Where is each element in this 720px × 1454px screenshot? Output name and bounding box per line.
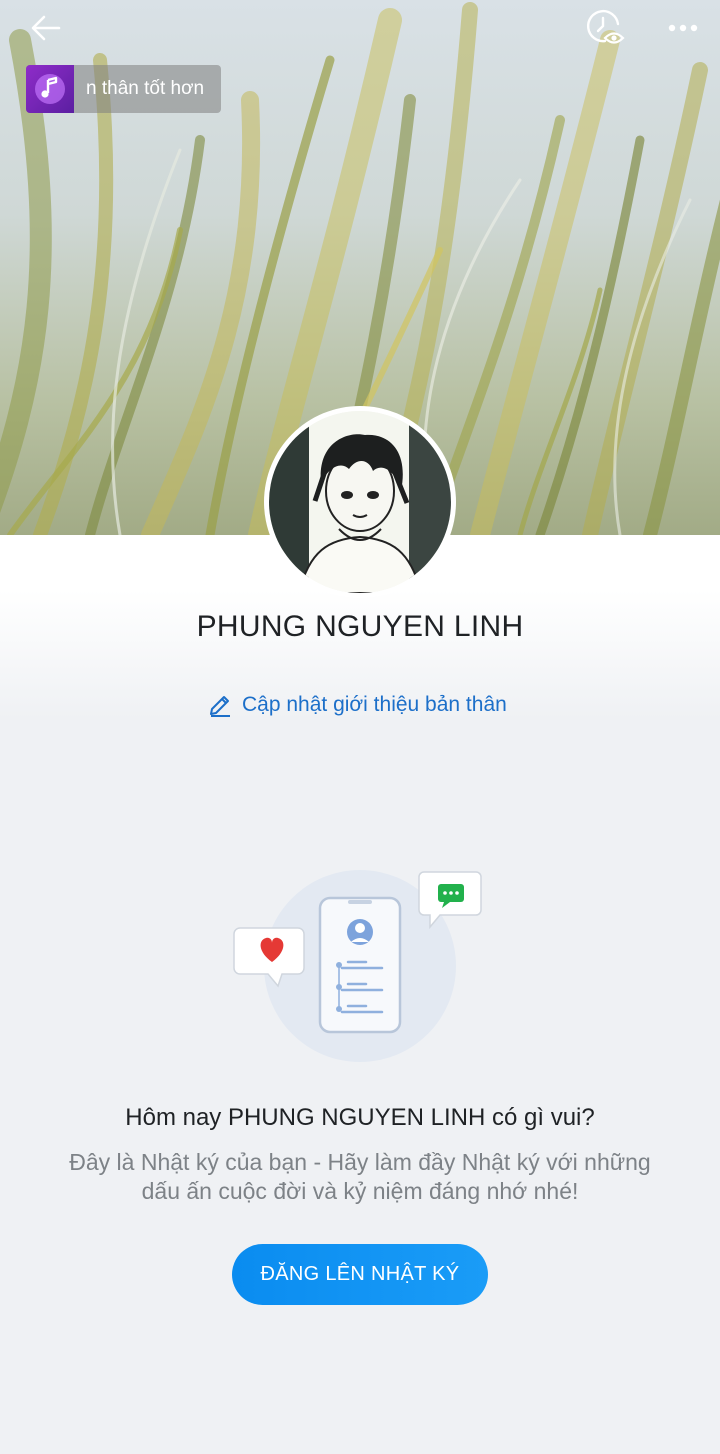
arrow-left-icon: [31, 15, 61, 41]
diary-empty-illustration: [233, 870, 482, 1062]
back-button[interactable]: [22, 8, 70, 48]
music-title: n thân tốt hơn: [86, 78, 205, 99]
view-history-button[interactable]: [580, 6, 630, 50]
post-to-diary-button[interactable]: ĐĂNG LÊN NHẬT KÝ: [232, 1244, 488, 1305]
profile-name: PHUNG NGUYEN LINH: [196, 610, 524, 643]
avatar[interactable]: [264, 406, 456, 598]
more-horizontal-icon: [668, 24, 698, 32]
more-button[interactable]: [660, 10, 706, 46]
pencil-icon: [210, 696, 230, 717]
update-intro-link[interactable]: Cập nhật giới thiệu bản thân: [208, 688, 507, 722]
avatar-image: [269, 411, 451, 593]
music-note-icon: [35, 74, 65, 104]
update-intro-label: Cập nhật giới thiệu bản thân: [242, 693, 507, 716]
empty-state-headline: Hôm nay PHUNG NGUYEN LINH có gì vui?: [125, 1104, 595, 1131]
clock-eye-icon: [586, 9, 625, 44]
music-thumbnail: [26, 65, 74, 113]
empty-state-description: Đây là Nhật ký của bạn - Hãy làm đầy Nhậ…: [69, 1149, 651, 1204]
profile-music-chip[interactable]: n thân tốt hơn: [26, 65, 221, 113]
